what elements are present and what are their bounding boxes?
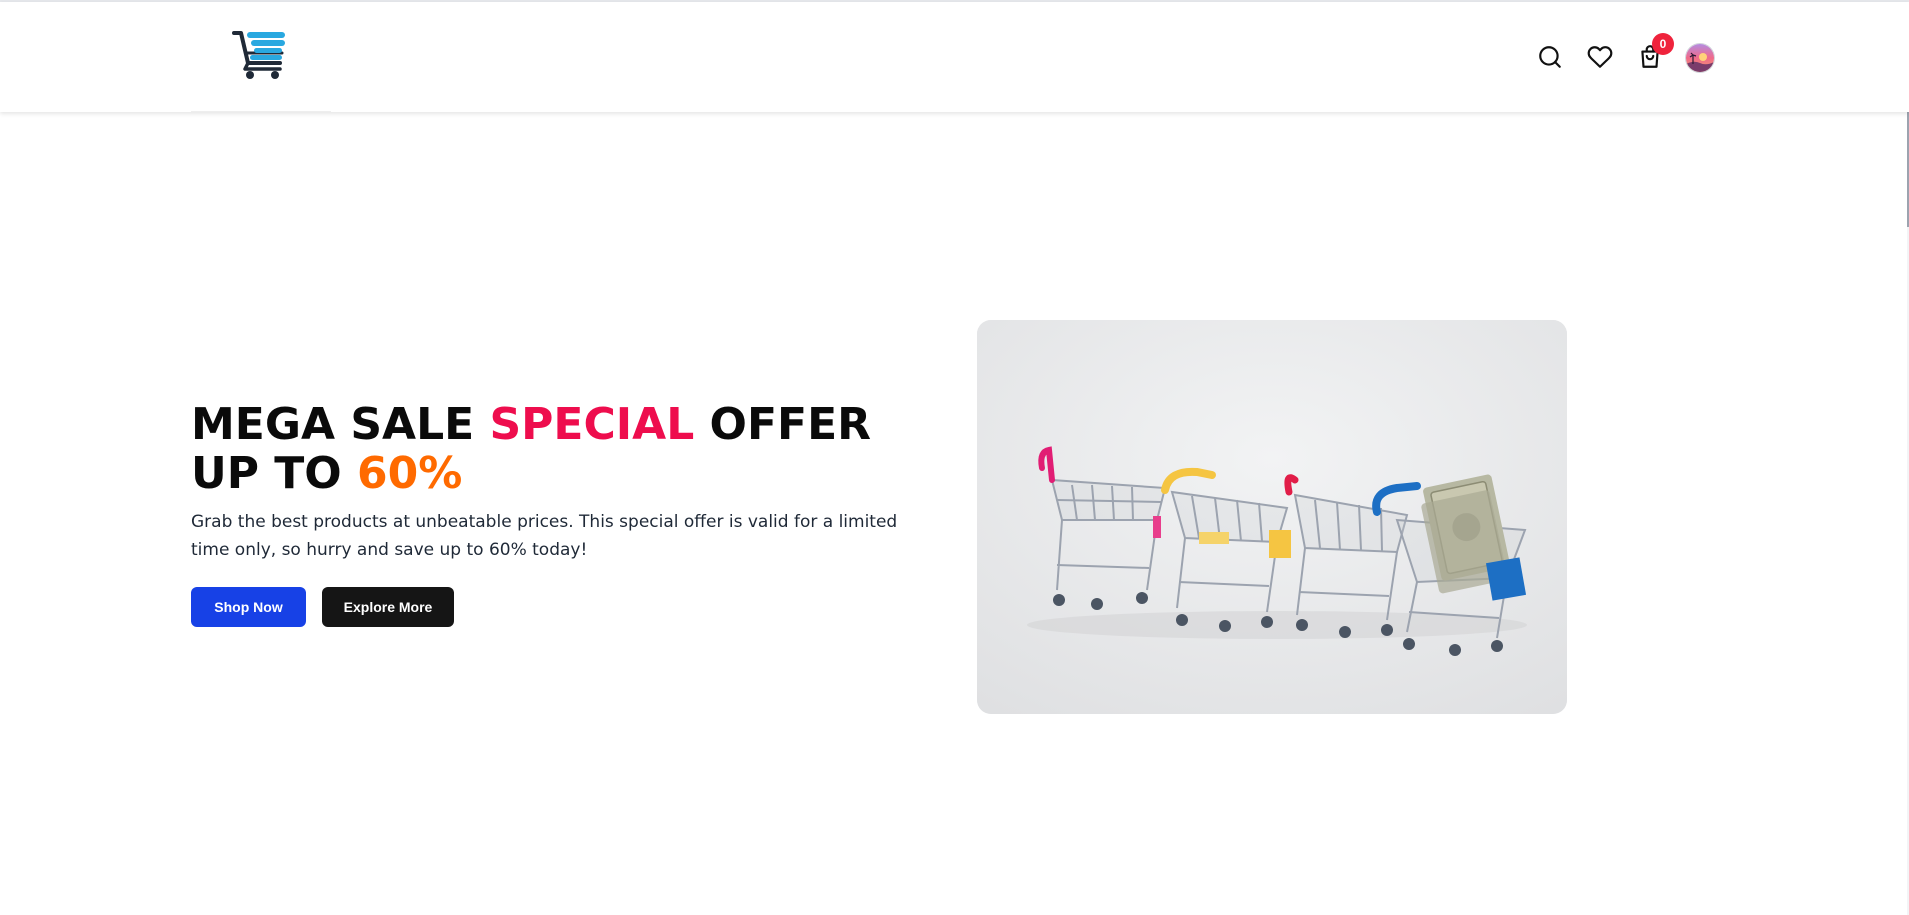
search-icon bbox=[1539, 46, 1561, 68]
wishlist-button[interactable] bbox=[1585, 42, 1615, 72]
avatar-image bbox=[1686, 44, 1714, 72]
cart-button[interactable]: 0 bbox=[1635, 33, 1674, 72]
shop-now-button[interactable]: Shop Now bbox=[191, 587, 306, 627]
hero-description: Grab the best products at unbeatable pri… bbox=[191, 512, 898, 560]
search-button[interactable] bbox=[1535, 42, 1565, 72]
shopping-carts-with-money-image bbox=[977, 320, 1567, 714]
page: 0 MEGA SALE SPECIAL OFFER UP TO 60% Grab… bbox=[0, 0, 1909, 915]
explore-more-button[interactable]: Explore More bbox=[322, 587, 454, 627]
logo-link[interactable] bbox=[191, 2, 331, 112]
cart-count-badge: 0 bbox=[1652, 33, 1674, 55]
heart-icon bbox=[1587, 46, 1613, 68]
hero-title: MEGA SALE SPECIAL OFFER UP TO 60% bbox=[191, 400, 951, 498]
user-avatar[interactable] bbox=[1686, 44, 1714, 72]
hero-title-part-1: MEGA SALE bbox=[191, 399, 490, 450]
shopping-cart-logo-icon bbox=[232, 31, 285, 79]
hero-title-highlight-special: SPECIAL bbox=[489, 399, 695, 450]
hero-buttons: Shop Now Explore More bbox=[191, 587, 951, 627]
hero-title-highlight-percent: 60% bbox=[357, 448, 463, 499]
hero-content: MEGA SALE SPECIAL OFFER UP TO 60% Grab t… bbox=[191, 400, 951, 627]
navbar: 0 bbox=[0, 2, 1909, 112]
hero-image bbox=[977, 320, 1567, 714]
